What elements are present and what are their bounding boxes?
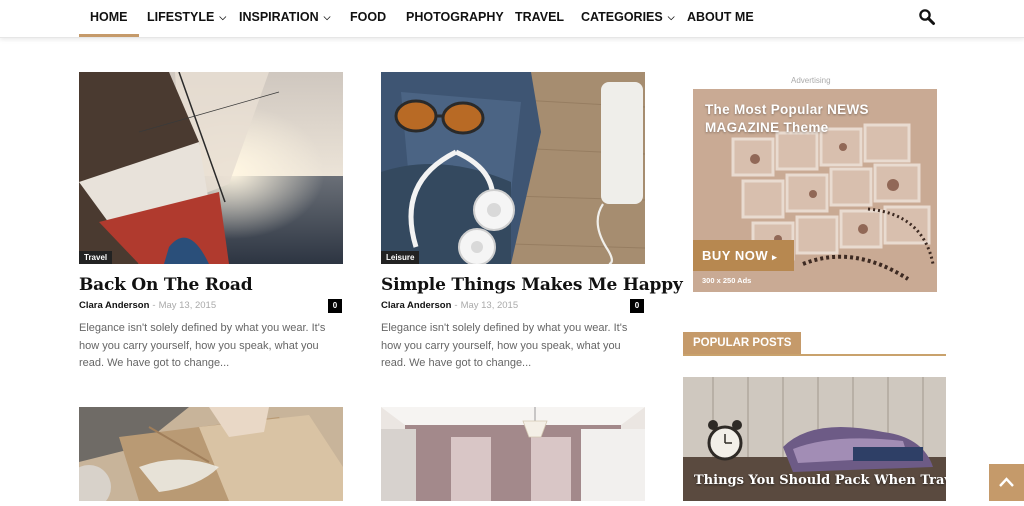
top-navigation: HOME LIFESTYLE ⌵ INSPIRATION ⌵ FOOD PHOTOG… <box>0 0 1024 38</box>
ad-headline-line: The Most Popular NEWS <box>705 102 869 117</box>
advertisement-banner[interactable]: The Most Popular NEWS MAGAZINE Theme BUY… <box>693 89 937 292</box>
post-author[interactable]: Clara Anderson <box>79 300 149 311</box>
buy-now-label: BUY NOW <box>702 248 769 263</box>
meta-separator: - <box>152 300 156 311</box>
nav-item-about-me[interactable]: ABOUT ME <box>687 0 754 37</box>
ad-label: Advertising <box>791 76 831 85</box>
chevron-down-icon: ⌵ <box>667 12 675 22</box>
nav-item-label: FOOD <box>350 10 387 24</box>
nav-item-home[interactable]: HOME <box>79 0 138 37</box>
popular-posts-header: POPULAR POSTS <box>683 332 946 356</box>
nav-item-food[interactable]: FOOD <box>350 0 386 37</box>
ad-headline-line: MAGAZINE Theme <box>705 120 829 135</box>
post-meta: Clara Anderson - May 13, 2015 <box>381 300 518 311</box>
nav-item-label: HOME <box>90 10 128 24</box>
category-tag[interactable]: Leisure <box>381 251 420 264</box>
nav-item-label: CATEGORIES <box>581 10 663 24</box>
comment-count-badge[interactable]: 0 <box>630 299 644 313</box>
popular-post-card[interactable]: Things You Should Pack When Travel <box>683 377 946 501</box>
post-thumbnail-bedroom[interactable] <box>381 407 645 501</box>
meta-separator: - <box>454 300 458 311</box>
ad-size-note: 300 x 250 Ads <box>702 276 752 285</box>
search-icon[interactable] <box>918 8 936 26</box>
back-to-top-button[interactable] <box>989 464 1024 501</box>
ad-headline: The Most Popular NEWS MAGAZINE Theme <box>705 101 869 137</box>
chevron-right-icon: ▸ <box>772 252 778 262</box>
category-tag[interactable]: Travel <box>79 251 113 264</box>
post-meta: Clara Anderson - May 13, 2015 <box>79 300 216 311</box>
nav-item-label: TRAVEL <box>515 10 565 24</box>
post-title[interactable]: Back On The Road <box>79 275 253 295</box>
post-date: May 13, 2015 <box>158 300 217 311</box>
nav-item-label: ABOUT ME <box>687 10 754 24</box>
nav-item-photography[interactable]: PHOTOGRAPHY <box>406 0 504 37</box>
post-thumbnail-sketching[interactable] <box>79 407 343 501</box>
nav-item-categories[interactable]: CATEGORIES ⌵ <box>581 0 675 37</box>
post-title[interactable]: Simple Things Makes Me Happy <box>381 275 683 295</box>
nav-item-lifestyle[interactable]: LIFESTYLE ⌵ <box>147 0 226 37</box>
nav-item-inspiration[interactable]: INSPIRATION ⌵ <box>239 0 330 37</box>
nav-item-label: INSPIRATION <box>239 10 319 24</box>
nav-item-label: LIFESTYLE <box>147 10 215 24</box>
comment-count-badge[interactable]: 0 <box>328 299 342 313</box>
post-excerpt: Elegance isn't solely defined by what yo… <box>79 322 326 369</box>
popular-post-title[interactable]: Things You Should Pack When Travel <box>694 473 946 488</box>
post-thumbnail-headphones[interactable]: Leisure <box>381 72 645 264</box>
post-author[interactable]: Clara Anderson <box>381 300 451 311</box>
nav-item-label: PHOTOGRAPHY <box>406 10 504 24</box>
post-date: May 13, 2015 <box>460 300 519 311</box>
nav-item-travel[interactable]: TRAVEL <box>515 0 564 37</box>
buy-now-button[interactable]: BUY NOW ▸ <box>693 240 794 271</box>
chevron-down-icon: ⌵ <box>323 12 331 22</box>
chevron-down-icon: ⌵ <box>219 12 227 22</box>
popular-posts-label: POPULAR POSTS <box>683 332 802 354</box>
post-excerpt: Elegance isn't solely defined by what yo… <box>381 322 628 369</box>
chevron-up-icon <box>999 477 1014 487</box>
post-thumbnail-sailboat[interactable]: Travel <box>79 72 343 264</box>
